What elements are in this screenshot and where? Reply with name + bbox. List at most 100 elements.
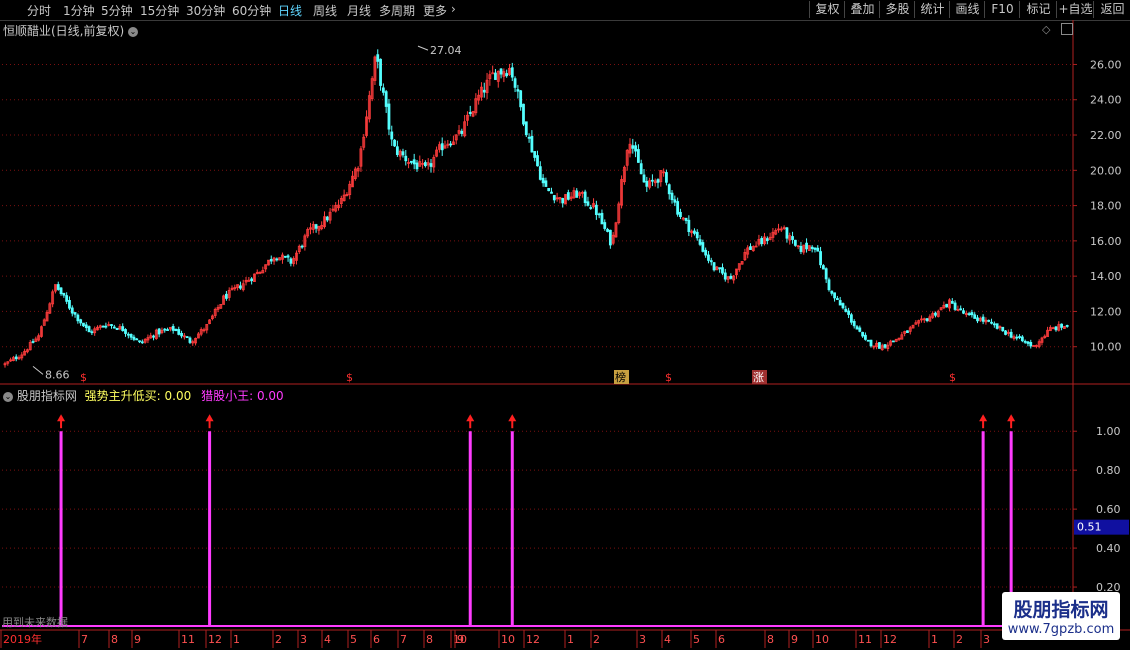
candle-body xyxy=(225,293,228,299)
candle-body xyxy=(185,336,189,338)
candle-body xyxy=(852,321,856,327)
x-tick-label: 12 xyxy=(883,633,897,646)
candle-body xyxy=(645,180,649,187)
candle-body xyxy=(864,334,867,340)
candle-body xyxy=(631,145,635,149)
y-tick-label: 26.00 xyxy=(1090,58,1122,71)
x-tick-label: 9 xyxy=(134,633,141,646)
x-tick-label: 7 xyxy=(400,633,407,646)
low-pointer xyxy=(32,365,44,375)
candle-body xyxy=(810,246,814,249)
candle-body xyxy=(412,159,416,165)
indicator-y-tick-label: 0.80 xyxy=(1096,464,1121,477)
candle-body xyxy=(1015,336,1019,339)
candle-body xyxy=(1065,325,1069,327)
candle-body xyxy=(981,316,985,322)
watermark-url: www.7gpzb.com xyxy=(1007,622,1115,637)
candle-body xyxy=(552,195,556,201)
candle-body xyxy=(84,324,88,328)
indicator-y-tick-label: 0.60 xyxy=(1096,503,1121,516)
candle-body xyxy=(524,121,528,136)
candle-body xyxy=(250,278,254,282)
candle-body xyxy=(636,149,640,163)
candle-body xyxy=(656,179,660,183)
candle-body xyxy=(575,190,579,198)
candle-body xyxy=(379,58,382,86)
candle-body xyxy=(1018,336,1021,338)
indicator-name: 股朋指标网 xyxy=(16,389,77,403)
candle-body xyxy=(1054,326,1058,331)
x-tick-label: 9 xyxy=(457,633,464,646)
candle-body xyxy=(847,310,850,315)
current-value-label: 0.51 xyxy=(1077,521,1102,534)
candle-body xyxy=(62,292,66,296)
candle-body xyxy=(121,326,125,332)
candle-body xyxy=(513,78,517,88)
x-tick-label: 6 xyxy=(718,633,725,646)
x-tick-label: 10 xyxy=(815,633,829,646)
candle-body xyxy=(723,272,727,280)
arrow-up-icon xyxy=(205,414,214,422)
x-tick-label: 5 xyxy=(693,633,700,646)
candle-body xyxy=(813,247,817,250)
candle-body xyxy=(1029,341,1033,347)
candle-body xyxy=(642,174,646,183)
indicator-panel-header: ⌄ 股朋指标网 强势主升低买: 0.00 猎股小王: 0.00 xyxy=(3,387,284,404)
candle-body xyxy=(519,90,523,108)
candle-body xyxy=(606,229,609,232)
candle-body xyxy=(269,259,273,262)
candle-body xyxy=(992,323,996,326)
dollar-marker: $ xyxy=(346,371,353,384)
candle-body xyxy=(962,310,965,314)
candle-body xyxy=(163,328,167,331)
window-toggle-icon[interactable] xyxy=(1061,23,1073,35)
candle-body xyxy=(76,314,80,322)
candle-body xyxy=(129,334,133,338)
candle-body xyxy=(594,204,598,215)
candle-body xyxy=(314,224,318,229)
x-tick-label: 8 xyxy=(111,633,118,646)
candle-body xyxy=(816,247,820,252)
candle-body xyxy=(449,143,453,146)
stock-chart[interactable]: 26.0024.0022.0020.0018.0016.0014.0012.00… xyxy=(0,0,1130,650)
candle-body xyxy=(409,160,413,163)
indicator-y-tick-label: 1.00 xyxy=(1096,425,1121,438)
candle-body xyxy=(934,312,937,316)
candle-body xyxy=(953,302,957,310)
candle-body xyxy=(115,327,119,330)
candle-body xyxy=(510,67,514,78)
candle-body xyxy=(112,326,116,329)
candle-body xyxy=(651,179,654,182)
chevron-down-icon[interactable]: ⌄ xyxy=(3,391,13,402)
x-tick-label: 10 xyxy=(501,633,515,646)
high-label: 27.04 xyxy=(430,44,462,57)
indicator-line1-label: 强势主升低买: xyxy=(84,389,161,403)
candle-body xyxy=(387,103,391,130)
candle-body xyxy=(505,73,509,77)
candle-body xyxy=(550,191,553,194)
candle-body xyxy=(126,333,130,336)
candle-body xyxy=(138,340,141,343)
candle-body xyxy=(415,162,419,170)
candle-body xyxy=(718,267,722,270)
candle-body xyxy=(171,326,175,331)
x-tick-label: 3 xyxy=(639,633,646,646)
arrow-up-icon xyxy=(508,414,517,422)
candle-body xyxy=(827,279,831,291)
candle-body xyxy=(538,166,542,180)
x-tick-label: 4 xyxy=(324,633,331,646)
chevron-down-icon[interactable]: ⌄ xyxy=(128,26,139,37)
candle-body xyxy=(1026,341,1030,344)
x-tick-label: 1 xyxy=(233,633,240,646)
candle-body xyxy=(376,54,380,62)
diamond-icon[interactable]: ◇ xyxy=(1042,23,1050,36)
x-tick-label: 2 xyxy=(275,633,282,646)
x-tick-label: 9 xyxy=(791,633,798,646)
x-tick-label: 3 xyxy=(983,633,990,646)
candle-body xyxy=(536,155,539,167)
candle-body xyxy=(639,163,643,175)
candle-body xyxy=(855,326,859,330)
candle-body xyxy=(381,87,385,93)
x-tick-label: 7 xyxy=(81,633,88,646)
candle-body xyxy=(707,254,710,261)
